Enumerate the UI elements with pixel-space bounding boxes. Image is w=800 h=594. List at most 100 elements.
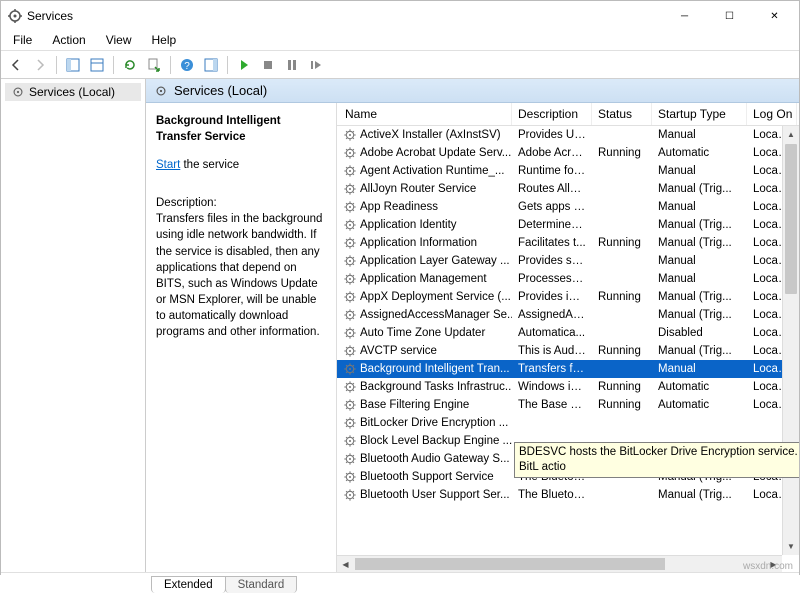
tab-extended[interactable]: Extended (151, 576, 226, 593)
cell-startup: Automatic (652, 147, 747, 159)
service-row[interactable]: App ReadinessGets apps re...ManualLocal … (337, 198, 799, 216)
menu-help[interactable]: Help (144, 31, 185, 50)
separator (227, 56, 228, 74)
menu-file[interactable]: File (5, 31, 40, 50)
detail-column: Background Intelligent Transfer Service … (146, 103, 336, 572)
cell-startup: Manual (Trig... (652, 219, 747, 231)
tree-root-services-local[interactable]: Services (Local) (5, 83, 141, 101)
cell-description: Routes AllJo... (512, 183, 592, 195)
horizontal-scrollbar[interactable]: ◀ ▶ (337, 555, 782, 572)
title-bar: Services ─ ☐ ✕ (1, 1, 799, 31)
show-hide-tree-button[interactable] (62, 54, 84, 76)
col-description[interactable]: Description (512, 103, 592, 125)
service-row[interactable]: Application InformationFacilitates t...R… (337, 234, 799, 252)
start-service-button[interactable] (233, 54, 255, 76)
maximize-button[interactable]: ☐ (707, 2, 752, 30)
scroll-thumb[interactable] (785, 144, 797, 294)
forward-button[interactable] (29, 54, 51, 76)
show-hide-action-button[interactable] (200, 54, 222, 76)
gear-icon (343, 200, 357, 214)
menu-bar: File Action View Help (1, 31, 799, 51)
gear-icon (11, 85, 25, 99)
cell-status: Running (592, 147, 652, 159)
scroll-left-icon[interactable]: ◀ (337, 556, 354, 572)
menu-view[interactable]: View (98, 31, 140, 50)
col-log-on[interactable]: Log On (747, 103, 797, 125)
cell-description: Provides inf... (512, 291, 592, 303)
stop-service-button[interactable] (257, 54, 279, 76)
tab-standard[interactable]: Standard (225, 576, 298, 593)
cell-name: AssignedAccessManager Se... (337, 308, 512, 322)
cell-startup: Manual (Trig... (652, 237, 747, 249)
gear-icon (343, 308, 357, 322)
cell-startup: Automatic (652, 399, 747, 411)
cell-startup: Automatic (652, 381, 747, 393)
cell-name: BitLocker Drive Encryption ... (337, 416, 512, 430)
watermark: wsxdn.com (743, 561, 793, 572)
cell-startup: Manual (652, 273, 747, 285)
refresh-button[interactable] (119, 54, 141, 76)
menu-action[interactable]: Action (44, 31, 93, 50)
service-row[interactable]: Application Layer Gateway ...Provides su… (337, 252, 799, 270)
service-row[interactable]: Application IdentityDetermines ...Manual… (337, 216, 799, 234)
gear-icon (343, 416, 357, 430)
service-row[interactable]: BitLocker Drive Encryption ... (337, 414, 799, 432)
service-row[interactable]: AllJoyn Router ServiceRoutes AllJo...Man… (337, 180, 799, 198)
gear-icon (343, 290, 357, 304)
service-row[interactable]: Background Intelligent Tran...Transfers … (337, 360, 799, 378)
cell-startup: Manual (Trig... (652, 489, 747, 501)
cell-description: Transfers fil... (512, 363, 592, 375)
service-row[interactable]: ActiveX Installer (AxInstSV)Provides Us.… (337, 126, 799, 144)
export-button[interactable] (143, 54, 165, 76)
service-row[interactable]: AVCTP serviceThis is Audi...RunningManua… (337, 342, 799, 360)
result-header-label: Services (Local) (174, 83, 267, 98)
scroll-thumb[interactable] (355, 558, 665, 570)
close-button[interactable]: ✕ (752, 2, 797, 30)
gear-icon (343, 146, 357, 160)
cell-name: Application Information (337, 236, 512, 250)
service-row[interactable]: AssignedAccessManager Se...AssignedAc...… (337, 306, 799, 324)
service-row[interactable]: AppX Deployment Service (...Provides inf… (337, 288, 799, 306)
cell-description: Provides su... (512, 255, 592, 267)
col-name[interactable]: Name (337, 103, 512, 125)
cell-name: Background Intelligent Tran... (337, 362, 512, 376)
vertical-scrollbar[interactable]: ▲ ▼ (782, 126, 799, 555)
cell-name: Application Layer Gateway ... (337, 254, 512, 268)
service-row[interactable]: Auto Time Zone UpdaterAutomatica...Disab… (337, 324, 799, 342)
col-startup-type[interactable]: Startup Type (652, 103, 747, 125)
col-status[interactable]: Status (592, 103, 652, 125)
service-row[interactable]: Base Filtering EngineThe Base Fil...Runn… (337, 396, 799, 414)
gear-icon (343, 434, 357, 448)
separator (170, 56, 171, 74)
cell-description: This is Audi... (512, 345, 592, 357)
cell-description: Determines ... (512, 219, 592, 231)
separator (56, 56, 57, 74)
start-service-link[interactable]: Start (156, 159, 180, 171)
service-row[interactable]: Agent Activation Runtime_...Runtime for.… (337, 162, 799, 180)
gear-icon (343, 272, 357, 286)
gear-icon (343, 452, 357, 466)
service-row[interactable]: Bluetooth User Support Ser...The Bluetoo… (337, 486, 799, 504)
cell-name: Bluetooth Audio Gateway S... (337, 452, 512, 466)
gear-icon (343, 362, 357, 376)
properties-button[interactable] (86, 54, 108, 76)
scroll-down-icon[interactable]: ▼ (783, 538, 799, 555)
service-row[interactable]: Application ManagementProcesses in...Man… (337, 270, 799, 288)
service-row[interactable]: Adobe Acrobat Update Serv...Adobe Acro..… (337, 144, 799, 162)
cell-startup: Manual (652, 255, 747, 267)
pause-service-button[interactable] (281, 54, 303, 76)
back-button[interactable] (5, 54, 27, 76)
cell-description: The Base Fil... (512, 399, 592, 411)
minimize-button[interactable]: ─ (662, 2, 707, 30)
service-row[interactable]: Background Tasks Infrastruc...Windows in… (337, 378, 799, 396)
console-tree: Services (Local) (1, 79, 146, 572)
gear-icon (343, 398, 357, 412)
help-button[interactable]: ? (176, 54, 198, 76)
cell-description: Adobe Acro... (512, 147, 592, 159)
restart-service-button[interactable] (305, 54, 327, 76)
toolbar: ? (1, 51, 799, 79)
cell-description: Windows in... (512, 381, 592, 393)
scroll-up-icon[interactable]: ▲ (783, 126, 799, 143)
gear-icon (343, 236, 357, 250)
gear-icon (343, 182, 357, 196)
